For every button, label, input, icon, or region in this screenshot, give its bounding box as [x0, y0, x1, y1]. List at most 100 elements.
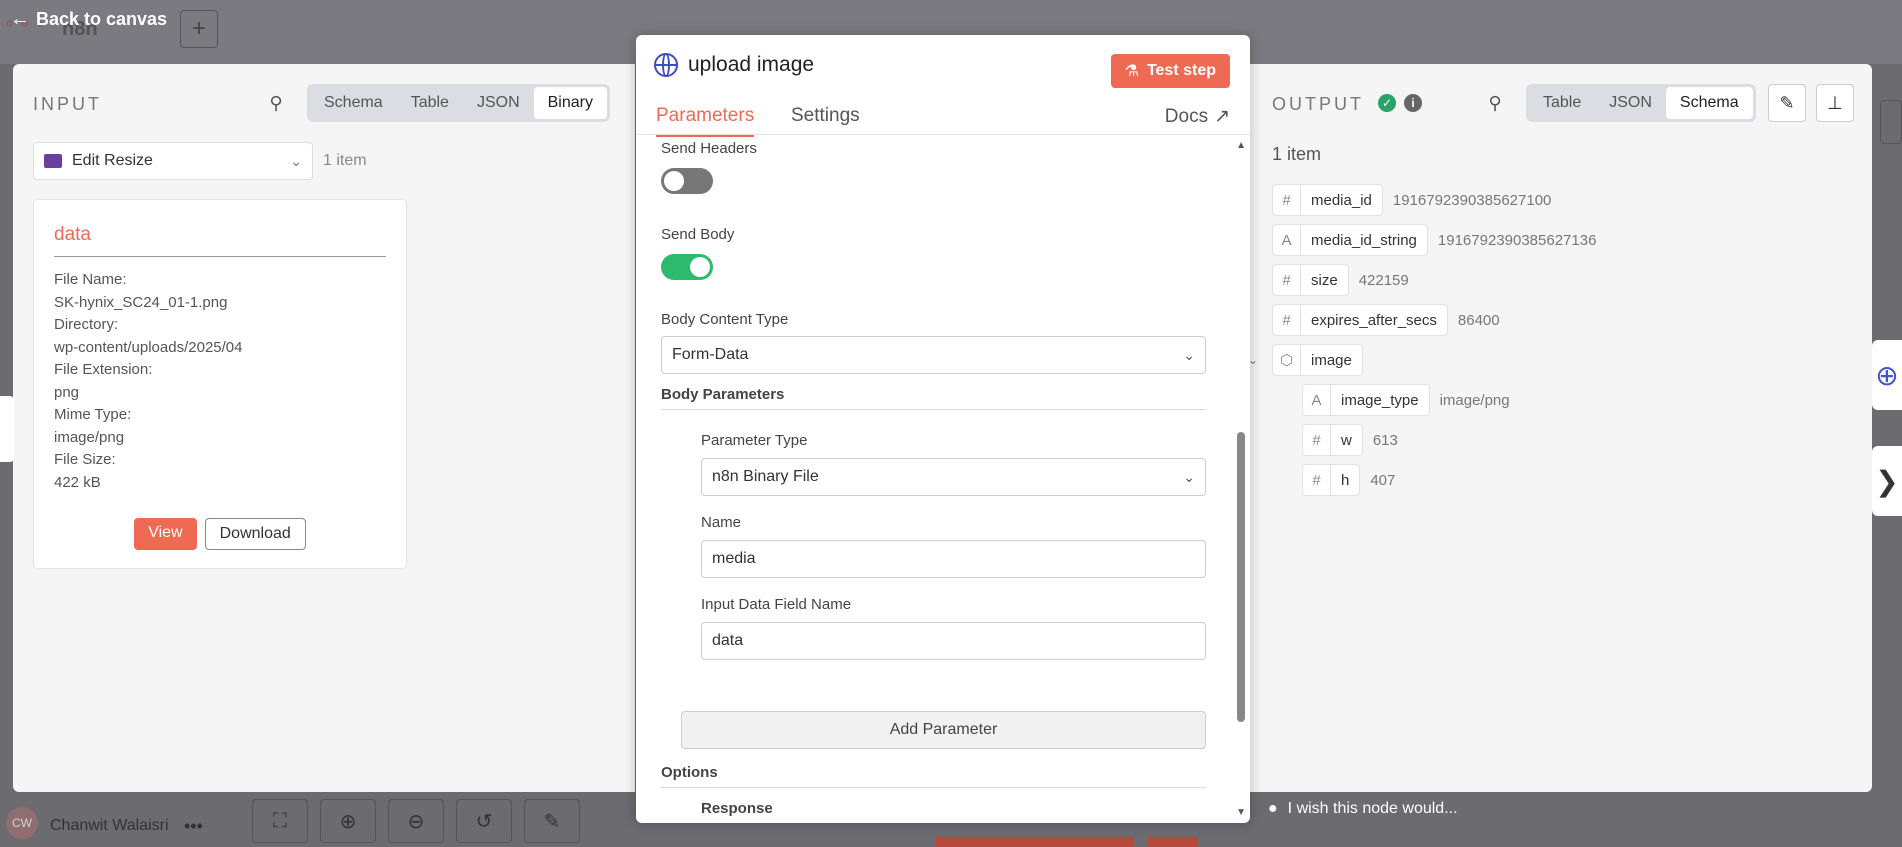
parameter-type-value: n8n Binary File: [712, 468, 819, 485]
download-button[interactable]: Download: [204, 518, 306, 550]
input-view-schema[interactable]: Schema: [310, 87, 397, 119]
send-headers-toggle[interactable]: [661, 168, 713, 194]
schema-key: size: [1311, 271, 1338, 289]
output-item-count: 1 item: [1272, 144, 1322, 164]
zoom-out-icon[interactable]: ⊖: [388, 799, 444, 843]
chevron-right-icon[interactable]: ❯: [1872, 446, 1902, 516]
schema-key-pill[interactable]: ⬡ image: [1272, 344, 1363, 376]
user-menu-button[interactable]: •••: [184, 816, 203, 837]
schema-key-pill[interactable]: # h: [1302, 464, 1361, 496]
zoom-in-icon[interactable]: ⊕: [320, 799, 376, 843]
add-node-button[interactable]: +: [180, 10, 218, 48]
schema-key-pill[interactable]: # expires_after_secs: [1272, 304, 1448, 336]
info-icon[interactable]: i: [1404, 94, 1422, 112]
parameter-type-label: Parameter Type: [701, 432, 808, 449]
schema-key-pill[interactable]: Aimage_type: [1302, 384, 1430, 416]
node-tabs: Parameters Settings: [636, 105, 1250, 137]
input-item-count: 1 item: [323, 152, 367, 169]
success-check-icon: ✓: [1378, 94, 1396, 112]
body-content-type-select[interactable]: Form-Data ⌄: [661, 336, 1206, 374]
node-title[interactable]: upload image: [688, 53, 814, 77]
globe-icon[interactable]: ⊕: [1872, 340, 1902, 410]
tidy-up-icon[interactable]: ✎: [524, 799, 580, 843]
file-name-label: File Name:: [54, 271, 127, 288]
back-to-canvas-label: Back to canvas: [36, 9, 168, 29]
schema-key: h: [1341, 471, 1350, 489]
add-parameter-button[interactable]: Add Parameter: [681, 711, 1206, 749]
canvas-zoom-tools: ⛶ ⊕ ⊖ ↺ ✎: [252, 799, 580, 843]
send-body-label: Send Body: [661, 226, 735, 243]
image-icon: [44, 154, 62, 168]
chevron-down-icon: ⌄: [1183, 468, 1195, 485]
input-field-name-label: Input Data Field Name: [701, 596, 852, 613]
tab-settings[interactable]: Settings: [791, 105, 860, 135]
file-size-value: 422 kB: [54, 473, 101, 491]
input-view-switcher: Schema Table JSON Binary: [307, 84, 610, 122]
schema-key-pill[interactable]: # media_id: [1272, 184, 1383, 216]
name-input[interactable]: media: [701, 540, 1206, 578]
binary-card-actions: View Download: [34, 518, 406, 550]
input-field-name-input[interactable]: data: [701, 622, 1206, 660]
pin-data-button[interactable]: ⊥: [1816, 84, 1854, 122]
output-view-schema[interactable]: Schema: [1665, 87, 1753, 119]
schema-row: Aimage_type image/png: [1302, 384, 1510, 416]
back-to-canvas-button[interactable]: ← Back to canvas: [10, 8, 167, 31]
body-content-type-value: Form-Data: [672, 346, 749, 363]
avatar[interactable]: CW: [6, 807, 38, 839]
schema-row: # w 613: [1302, 424, 1398, 456]
mime-type-value: image/png: [54, 428, 125, 446]
schema-key-pill[interactable]: # w: [1302, 424, 1363, 456]
schema-value: image/png: [1439, 391, 1510, 409]
body-parameters-heading: Body Parameters: [661, 386, 1206, 410]
external-link-icon: ↗: [1214, 106, 1230, 127]
fit-view-icon[interactable]: ⛶: [252, 799, 308, 843]
name-label: Name: [701, 514, 742, 531]
view-button[interactable]: View: [134, 518, 197, 550]
scroll-down-icon[interactable]: ▼: [1236, 807, 1246, 818]
response-option-label: Response: [701, 800, 773, 817]
options-heading: Options: [661, 764, 1206, 788]
schema-value: 1916792390385627100: [1392, 191, 1552, 209]
test-step-button[interactable]: ⚗ Test step: [1110, 54, 1230, 88]
execute-workflow-button[interactable]: [936, 837, 1134, 847]
reset-zoom-icon[interactable]: ↺: [456, 799, 512, 843]
file-name-value: SK-hynix_SC24_01-1.png: [54, 293, 228, 311]
delete-execution-button[interactable]: [1148, 837, 1198, 847]
string-type-icon: A: [1303, 385, 1331, 415]
mime-type-label: Mime Type:: [54, 406, 132, 423]
number-type-icon: #: [1303, 425, 1331, 455]
output-panel: OUTPUT ✓ i ⚲ Table JSON Schema ✎ ⊥ 1 ite…: [1248, 64, 1872, 792]
input-view-binary[interactable]: Binary: [533, 87, 607, 119]
schema-row: # size 422159: [1272, 264, 1409, 296]
binary-data-card: data File Name: SK-hynix_SC24_01-1.png D…: [33, 199, 407, 569]
scroll-up-icon[interactable]: ▲: [1236, 140, 1246, 151]
directory-label: Directory:: [54, 316, 119, 333]
schema-key-pill[interactable]: Amedia_id_string: [1272, 224, 1428, 256]
send-body-toggle[interactable]: [661, 254, 713, 280]
arrow-left-icon: ←: [10, 8, 30, 30]
schema-row: ⌄ ⬡ image: [1248, 344, 1363, 376]
output-view-json[interactable]: JSON: [1595, 87, 1666, 119]
binary-card-title: data: [54, 224, 386, 257]
output-view-table[interactable]: Table: [1529, 87, 1595, 119]
search-icon[interactable]: ⚲: [1484, 92, 1506, 114]
chevron-down-icon: ⌄: [290, 152, 302, 169]
feedback-link[interactable]: ● I wish this node would...: [1268, 800, 1458, 818]
node-settings-panel: upload image ⚗ Test step Parameters Sett…: [636, 35, 1250, 823]
docs-link[interactable]: Docs ↗: [1165, 105, 1230, 128]
input-view-json[interactable]: JSON: [463, 87, 534, 119]
input-view-table[interactable]: Table: [397, 87, 463, 119]
scrollbar[interactable]: [1237, 432, 1245, 722]
input-panel: INPUT ⚲ Schema Table JSON Binary Edit Re…: [0, 64, 635, 792]
schema-row: # expires_after_secs 86400: [1272, 304, 1500, 336]
parameter-type-select[interactable]: n8n Binary File ⌄: [701, 458, 1206, 496]
lightbulb-icon: ●: [1268, 800, 1278, 817]
parameters-body[interactable]: Send Headers Send Body Body Content Type…: [636, 136, 1250, 820]
edit-output-button[interactable]: ✎: [1768, 84, 1806, 122]
schema-key-pill[interactable]: # size: [1272, 264, 1349, 296]
search-icon[interactable]: ⚲: [265, 92, 287, 114]
test-step-label: Test step: [1146, 62, 1216, 79]
input-node-select[interactable]: Edit Resize ⌄: [33, 142, 313, 180]
input-collapse-handle[interactable]: [0, 396, 14, 462]
tab-parameters[interactable]: Parameters: [656, 105, 755, 137]
